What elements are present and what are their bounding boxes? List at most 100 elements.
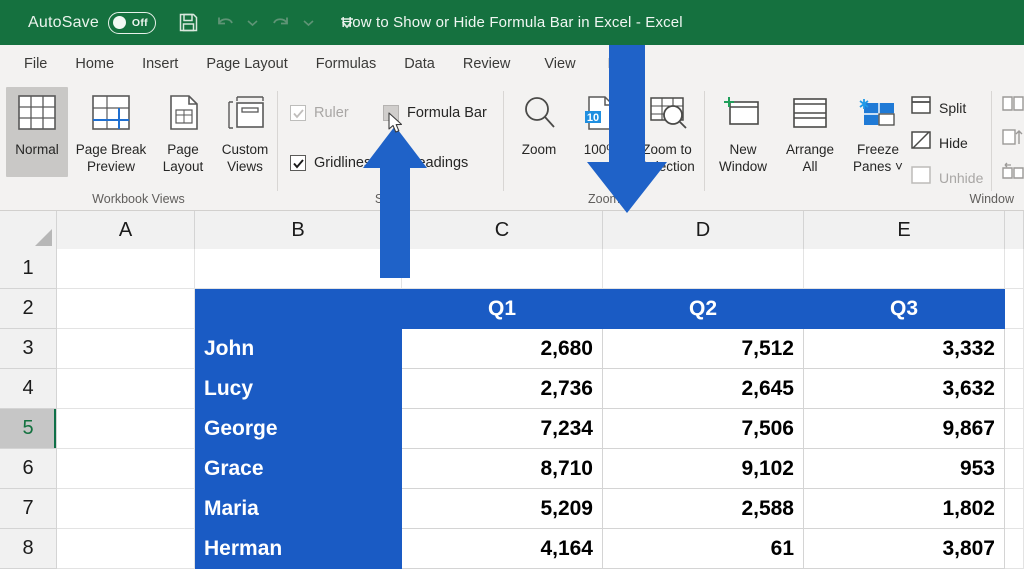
cell-b6[interactable]: Grace	[195, 449, 402, 489]
tab-formulas[interactable]: Formulas	[302, 45, 390, 83]
row-header-3[interactable]: 3	[0, 329, 57, 369]
tab-help[interactable]: Help	[594, 45, 652, 83]
cell-d3[interactable]: 7,512	[603, 329, 804, 369]
tab-data[interactable]: Data	[390, 45, 449, 83]
show-formula-bar-checkbox-item[interactable]: Formula Bar	[383, 105, 487, 121]
cell-f3[interactable]	[1005, 329, 1024, 369]
cell-e1[interactable]	[804, 249, 1005, 289]
cell-c2[interactable]: Q1	[402, 289, 603, 329]
cell-b7[interactable]: Maria	[195, 489, 402, 529]
undo-dropdown-chevron-down-icon[interactable]	[246, 8, 260, 38]
view-side-by-side-icon[interactable]	[1001, 93, 1024, 118]
zoom-to-selection-button[interactable]: Zoom to Selection	[632, 87, 702, 175]
cell-d7[interactable]: 2,588	[603, 489, 804, 529]
tab-home[interactable]: Home	[61, 45, 128, 83]
cell-b8[interactable]: Herman	[195, 529, 402, 569]
autosave-control[interactable]: AutoSave Off	[28, 11, 156, 34]
cell-c1[interactable]	[402, 249, 603, 289]
split-button[interactable]: Split	[910, 95, 966, 120]
row-header-5[interactable]: 5	[0, 409, 57, 449]
gridlines-checkbox[interactable]	[290, 155, 306, 171]
cell-b2[interactable]	[195, 289, 402, 329]
row-header-4[interactable]: 4	[0, 369, 57, 409]
cell-a3[interactable]	[57, 329, 195, 369]
save-icon[interactable]	[174, 8, 204, 38]
cell-e5[interactable]: 9,867	[804, 409, 1005, 449]
cell-f8[interactable]	[1005, 529, 1024, 569]
column-header-c[interactable]: C	[402, 211, 603, 249]
show-headings-checkbox-item[interactable]: Headings	[383, 155, 468, 171]
cell-a1[interactable]	[57, 249, 195, 289]
undo-icon[interactable]	[210, 8, 240, 38]
cell-e7[interactable]: 1,802	[804, 489, 1005, 529]
page-break-preview-button[interactable]: Page Break Preview	[72, 87, 150, 175]
row-header-2[interactable]: 2	[0, 289, 57, 329]
normal-view-button[interactable]: Normal	[6, 87, 68, 177]
hide-window-button[interactable]: Hide	[910, 130, 968, 155]
headings-checkbox[interactable]	[383, 155, 399, 171]
cell-c4[interactable]: 2,736	[402, 369, 603, 409]
cell-c6[interactable]: 8,710	[402, 449, 603, 489]
custom-views-button[interactable]: Custom Views	[214, 87, 276, 175]
cell-a4[interactable]	[57, 369, 195, 409]
cell-b4[interactable]: Lucy	[195, 369, 402, 409]
cell-a8[interactable]	[57, 529, 195, 569]
cell-f7[interactable]	[1005, 489, 1024, 529]
cell-e6[interactable]: 953	[804, 449, 1005, 489]
redo-dropdown-chevron-down-icon[interactable]	[302, 8, 316, 38]
cell-a5[interactable]	[57, 409, 195, 449]
show-ruler-checkbox-item[interactable]: Ruler	[290, 105, 349, 121]
cell-a2[interactable]	[57, 289, 195, 329]
tab-insert[interactable]: Insert	[128, 45, 192, 83]
tab-page-layout[interactable]: Page Layout	[192, 45, 301, 83]
cell-d2[interactable]: Q2	[603, 289, 804, 329]
cell-e2[interactable]: Q3	[804, 289, 1005, 329]
select-all-corner-button[interactable]	[0, 211, 57, 249]
tab-file[interactable]: File	[10, 45, 61, 83]
cell-c8[interactable]: 4,164	[402, 529, 603, 569]
row-header-6[interactable]: 6	[0, 449, 57, 489]
cell-f2[interactable]	[1005, 289, 1024, 329]
cell-d1[interactable]	[603, 249, 804, 289]
cell-f5[interactable]	[1005, 409, 1024, 449]
cell-c3[interactable]: 2,680	[402, 329, 603, 369]
cell-c5[interactable]: 7,234	[402, 409, 603, 449]
page-layout-view-button[interactable]: Page Layout	[152, 87, 214, 175]
zoom-button[interactable]: Zoom	[508, 87, 570, 158]
cell-b1[interactable]	[195, 249, 402, 289]
zoom-100-percent-button[interactable]: 10 100%	[570, 87, 632, 158]
cell-b5[interactable]: George	[195, 409, 402, 449]
arrange-all-button[interactable]: Arrange All	[777, 87, 843, 175]
cell-e8[interactable]: 3,807	[804, 529, 1005, 569]
cell-c7[interactable]: 5,209	[402, 489, 603, 529]
autosave-toggle[interactable]: Off	[107, 11, 156, 34]
column-header-f-partial[interactable]	[1005, 211, 1024, 249]
reset-window-position-icon[interactable]	[1001, 161, 1024, 186]
row-header-7[interactable]: 7	[0, 489, 57, 529]
ruler-checkbox[interactable]	[290, 105, 306, 121]
cell-e3[interactable]: 3,332	[804, 329, 1005, 369]
cell-f6[interactable]	[1005, 449, 1024, 489]
tab-review[interactable]: Review	[449, 45, 525, 83]
customize-quick-access-toolbar-icon[interactable]	[332, 8, 362, 38]
show-gridlines-checkbox-item[interactable]: Gridlines	[290, 155, 371, 171]
freeze-panes-button[interactable]: Freeze Panes ˅	[843, 87, 913, 175]
cell-d5[interactable]: 7,506	[603, 409, 804, 449]
cell-f1[interactable]	[1005, 249, 1024, 289]
column-header-b[interactable]: B	[195, 211, 402, 249]
redo-icon[interactable]	[266, 8, 296, 38]
cell-a6[interactable]	[57, 449, 195, 489]
new-window-button[interactable]: New Window	[709, 87, 777, 175]
synchronous-scrolling-icon[interactable]	[1001, 127, 1024, 152]
column-header-a[interactable]: A	[57, 211, 195, 249]
cell-b3[interactable]: John	[195, 329, 402, 369]
cell-a7[interactable]	[57, 489, 195, 529]
cell-d4[interactable]: 2,645	[603, 369, 804, 409]
column-header-d[interactable]: D	[603, 211, 804, 249]
tab-view[interactable]: View	[524, 45, 593, 83]
row-header-1[interactable]: 1	[0, 249, 57, 289]
cell-d6[interactable]: 9,102	[603, 449, 804, 489]
column-header-e[interactable]: E	[804, 211, 1005, 249]
cell-d8[interactable]: 61	[603, 529, 804, 569]
cell-e4[interactable]: 3,632	[804, 369, 1005, 409]
